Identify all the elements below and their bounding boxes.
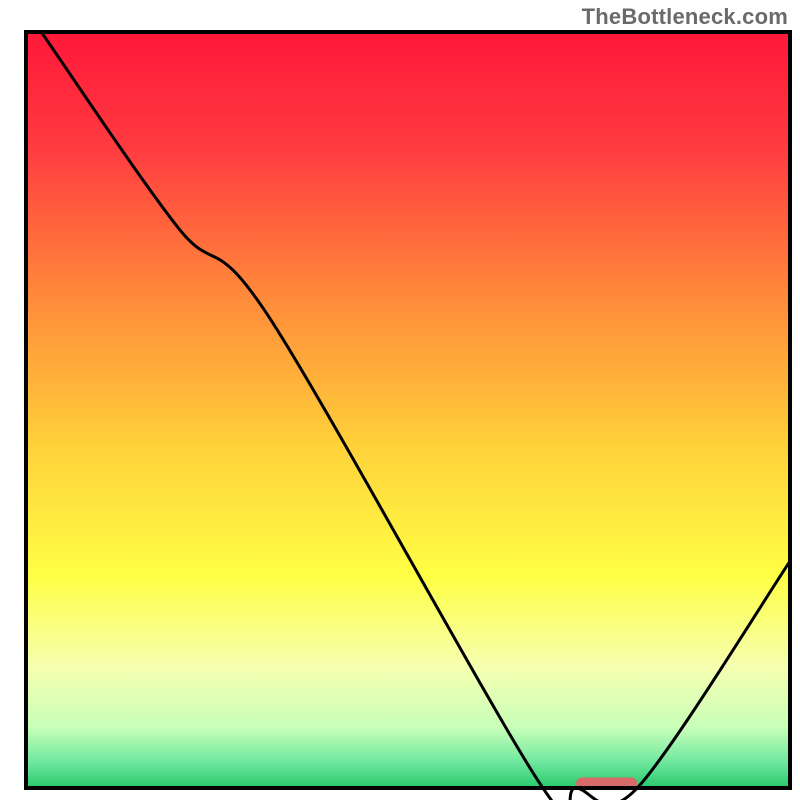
bottleneck-chart [0, 0, 800, 800]
watermark-text: TheBottleneck.com [582, 4, 788, 30]
chart-container: TheBottleneck.com [0, 0, 800, 800]
gradient-background [26, 32, 790, 788]
